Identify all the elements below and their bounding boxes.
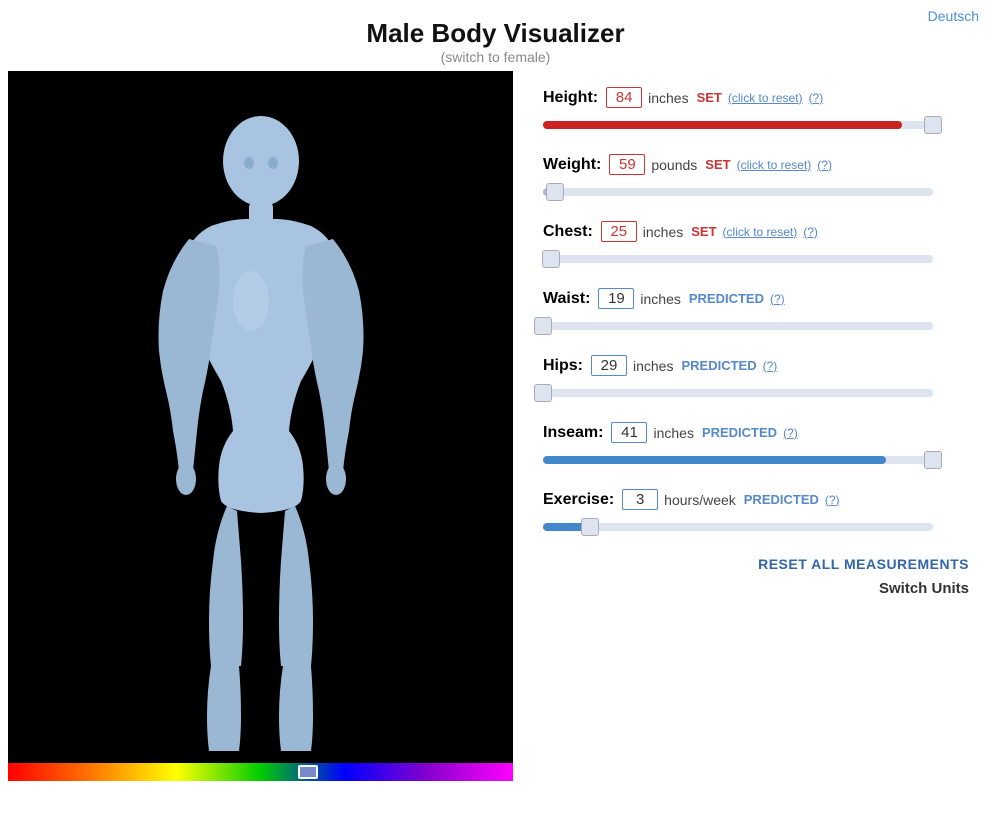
exercise-value[interactable]: 3 bbox=[622, 489, 658, 510]
switch-units-button[interactable]: Switch Units bbox=[879, 580, 969, 597]
hips-slider-container[interactable] bbox=[543, 382, 973, 404]
bottom-actions: RESET ALL MEASUREMENTS Switch Units bbox=[543, 556, 973, 597]
weight-slider-container[interactable] bbox=[543, 181, 973, 203]
chest-reset[interactable]: (click to reset) bbox=[723, 225, 798, 239]
deutsch-link[interactable]: Deutsch bbox=[928, 8, 979, 24]
color-bar-thumb[interactable] bbox=[298, 765, 318, 779]
height-row: Height: 84 inches SET (click to reset) (… bbox=[543, 87, 973, 136]
inseam-slider-track[interactable] bbox=[543, 456, 933, 464]
hips-label: Hips: bbox=[543, 357, 583, 375]
inseam-status: PREDICTED bbox=[702, 425, 777, 440]
body-figure bbox=[8, 71, 513, 771]
inseam-help[interactable]: (?) bbox=[783, 426, 798, 440]
waist-row: Waist: 19 inches PREDICTED (?) bbox=[543, 288, 973, 337]
weight-label-row: Weight: 59 pounds SET (click to reset) (… bbox=[543, 154, 973, 175]
exercise-slider-thumb[interactable] bbox=[581, 518, 599, 536]
height-help[interactable]: (?) bbox=[809, 91, 824, 105]
inseam-value[interactable]: 41 bbox=[611, 422, 647, 443]
exercise-label-row: Exercise: 3 hours/week PREDICTED (?) bbox=[543, 489, 973, 510]
page-header: Male Body Visualizer (switch to female) bbox=[0, 0, 991, 71]
hips-label-row: Hips: 29 inches PREDICTED (?) bbox=[543, 355, 973, 376]
waist-label: Waist: bbox=[543, 290, 590, 308]
exercise-unit: hours/week bbox=[664, 492, 736, 508]
height-slider-track[interactable] bbox=[543, 121, 933, 129]
height-status: SET bbox=[697, 90, 722, 105]
switch-gender-link[interactable]: (switch to female) bbox=[441, 49, 551, 65]
exercise-status: PREDICTED bbox=[744, 492, 819, 507]
weight-label: Weight: bbox=[543, 156, 601, 174]
hips-unit: inches bbox=[633, 358, 673, 374]
inseam-slider-fill bbox=[543, 456, 886, 464]
chest-status: SET bbox=[691, 224, 716, 239]
height-value[interactable]: 84 bbox=[606, 87, 642, 108]
waist-slider-container[interactable] bbox=[543, 315, 973, 337]
exercise-row: Exercise: 3 hours/week PREDICTED (?) bbox=[543, 489, 973, 538]
exercise-help[interactable]: (?) bbox=[825, 493, 840, 507]
height-unit: inches bbox=[648, 90, 688, 106]
waist-label-row: Waist: 19 inches PREDICTED (?) bbox=[543, 288, 973, 309]
chest-label-row: Chest: 25 inches SET (click to reset) (?… bbox=[543, 221, 973, 242]
chest-value[interactable]: 25 bbox=[601, 221, 637, 242]
weight-status: SET bbox=[705, 157, 730, 172]
weight-slider-thumb[interactable] bbox=[546, 183, 564, 201]
waist-unit: inches bbox=[640, 291, 680, 307]
waist-value[interactable]: 19 bbox=[598, 288, 634, 309]
chest-slider-container[interactable] bbox=[543, 248, 973, 270]
chest-label: Chest: bbox=[543, 223, 593, 241]
language-link[interactable]: Deutsch bbox=[928, 8, 979, 26]
waist-help[interactable]: (?) bbox=[770, 292, 785, 306]
chest-help[interactable]: (?) bbox=[803, 225, 818, 239]
reset-all-button[interactable]: RESET ALL MEASUREMENTS bbox=[758, 556, 969, 572]
chest-slider-thumb[interactable] bbox=[542, 250, 560, 268]
weight-unit: pounds bbox=[651, 157, 697, 173]
hips-help[interactable]: (?) bbox=[763, 359, 778, 373]
waist-slider-track[interactable] bbox=[543, 322, 933, 330]
controls-panel: Height: 84 inches SET (click to reset) (… bbox=[513, 71, 991, 597]
inseam-label: Inseam: bbox=[543, 424, 603, 442]
chest-slider-track[interactable] bbox=[543, 255, 933, 263]
height-slider-fill bbox=[543, 121, 902, 129]
body-svg bbox=[121, 91, 401, 751]
chest-unit: inches bbox=[643, 224, 683, 240]
main-layout: Height: 84 inches SET (click to reset) (… bbox=[0, 71, 991, 781]
height-label-row: Height: 84 inches SET (click to reset) (… bbox=[543, 87, 973, 108]
hips-slider-thumb[interactable] bbox=[534, 384, 552, 402]
color-bar bbox=[8, 763, 513, 781]
inseam-label-row: Inseam: 41 inches PREDICTED (?) bbox=[543, 422, 973, 443]
inseam-slider-container[interactable] bbox=[543, 449, 973, 471]
height-slider-thumb[interactable] bbox=[924, 116, 942, 134]
waist-slider-thumb[interactable] bbox=[534, 317, 552, 335]
height-label: Height: bbox=[543, 89, 598, 107]
hips-value[interactable]: 29 bbox=[591, 355, 627, 376]
switch-gender[interactable]: (switch to female) bbox=[0, 49, 991, 65]
height-reset[interactable]: (click to reset) bbox=[728, 91, 803, 105]
weight-value[interactable]: 59 bbox=[609, 154, 645, 175]
page-title: Male Body Visualizer bbox=[0, 18, 991, 49]
height-slider-container[interactable] bbox=[543, 114, 973, 136]
inseam-slider-thumb[interactable] bbox=[924, 451, 942, 469]
weight-row: Weight: 59 pounds SET (click to reset) (… bbox=[543, 154, 973, 203]
hips-status: PREDICTED bbox=[681, 358, 756, 373]
waist-status: PREDICTED bbox=[689, 291, 764, 306]
inseam-row: Inseam: 41 inches PREDICTED (?) bbox=[543, 422, 973, 471]
weight-slider-track[interactable] bbox=[543, 188, 933, 196]
exercise-slider-track[interactable] bbox=[543, 523, 933, 531]
inseam-unit: inches bbox=[653, 425, 693, 441]
hips-slider-track[interactable] bbox=[543, 389, 933, 397]
hips-row: Hips: 29 inches PREDICTED (?) bbox=[543, 355, 973, 404]
exercise-label: Exercise: bbox=[543, 491, 614, 509]
chest-row: Chest: 25 inches SET (click to reset) (?… bbox=[543, 221, 973, 270]
exercise-slider-container[interactable] bbox=[543, 516, 973, 538]
weight-help[interactable]: (?) bbox=[817, 158, 832, 172]
visualizer-panel bbox=[8, 71, 513, 781]
weight-reset[interactable]: (click to reset) bbox=[737, 158, 812, 172]
